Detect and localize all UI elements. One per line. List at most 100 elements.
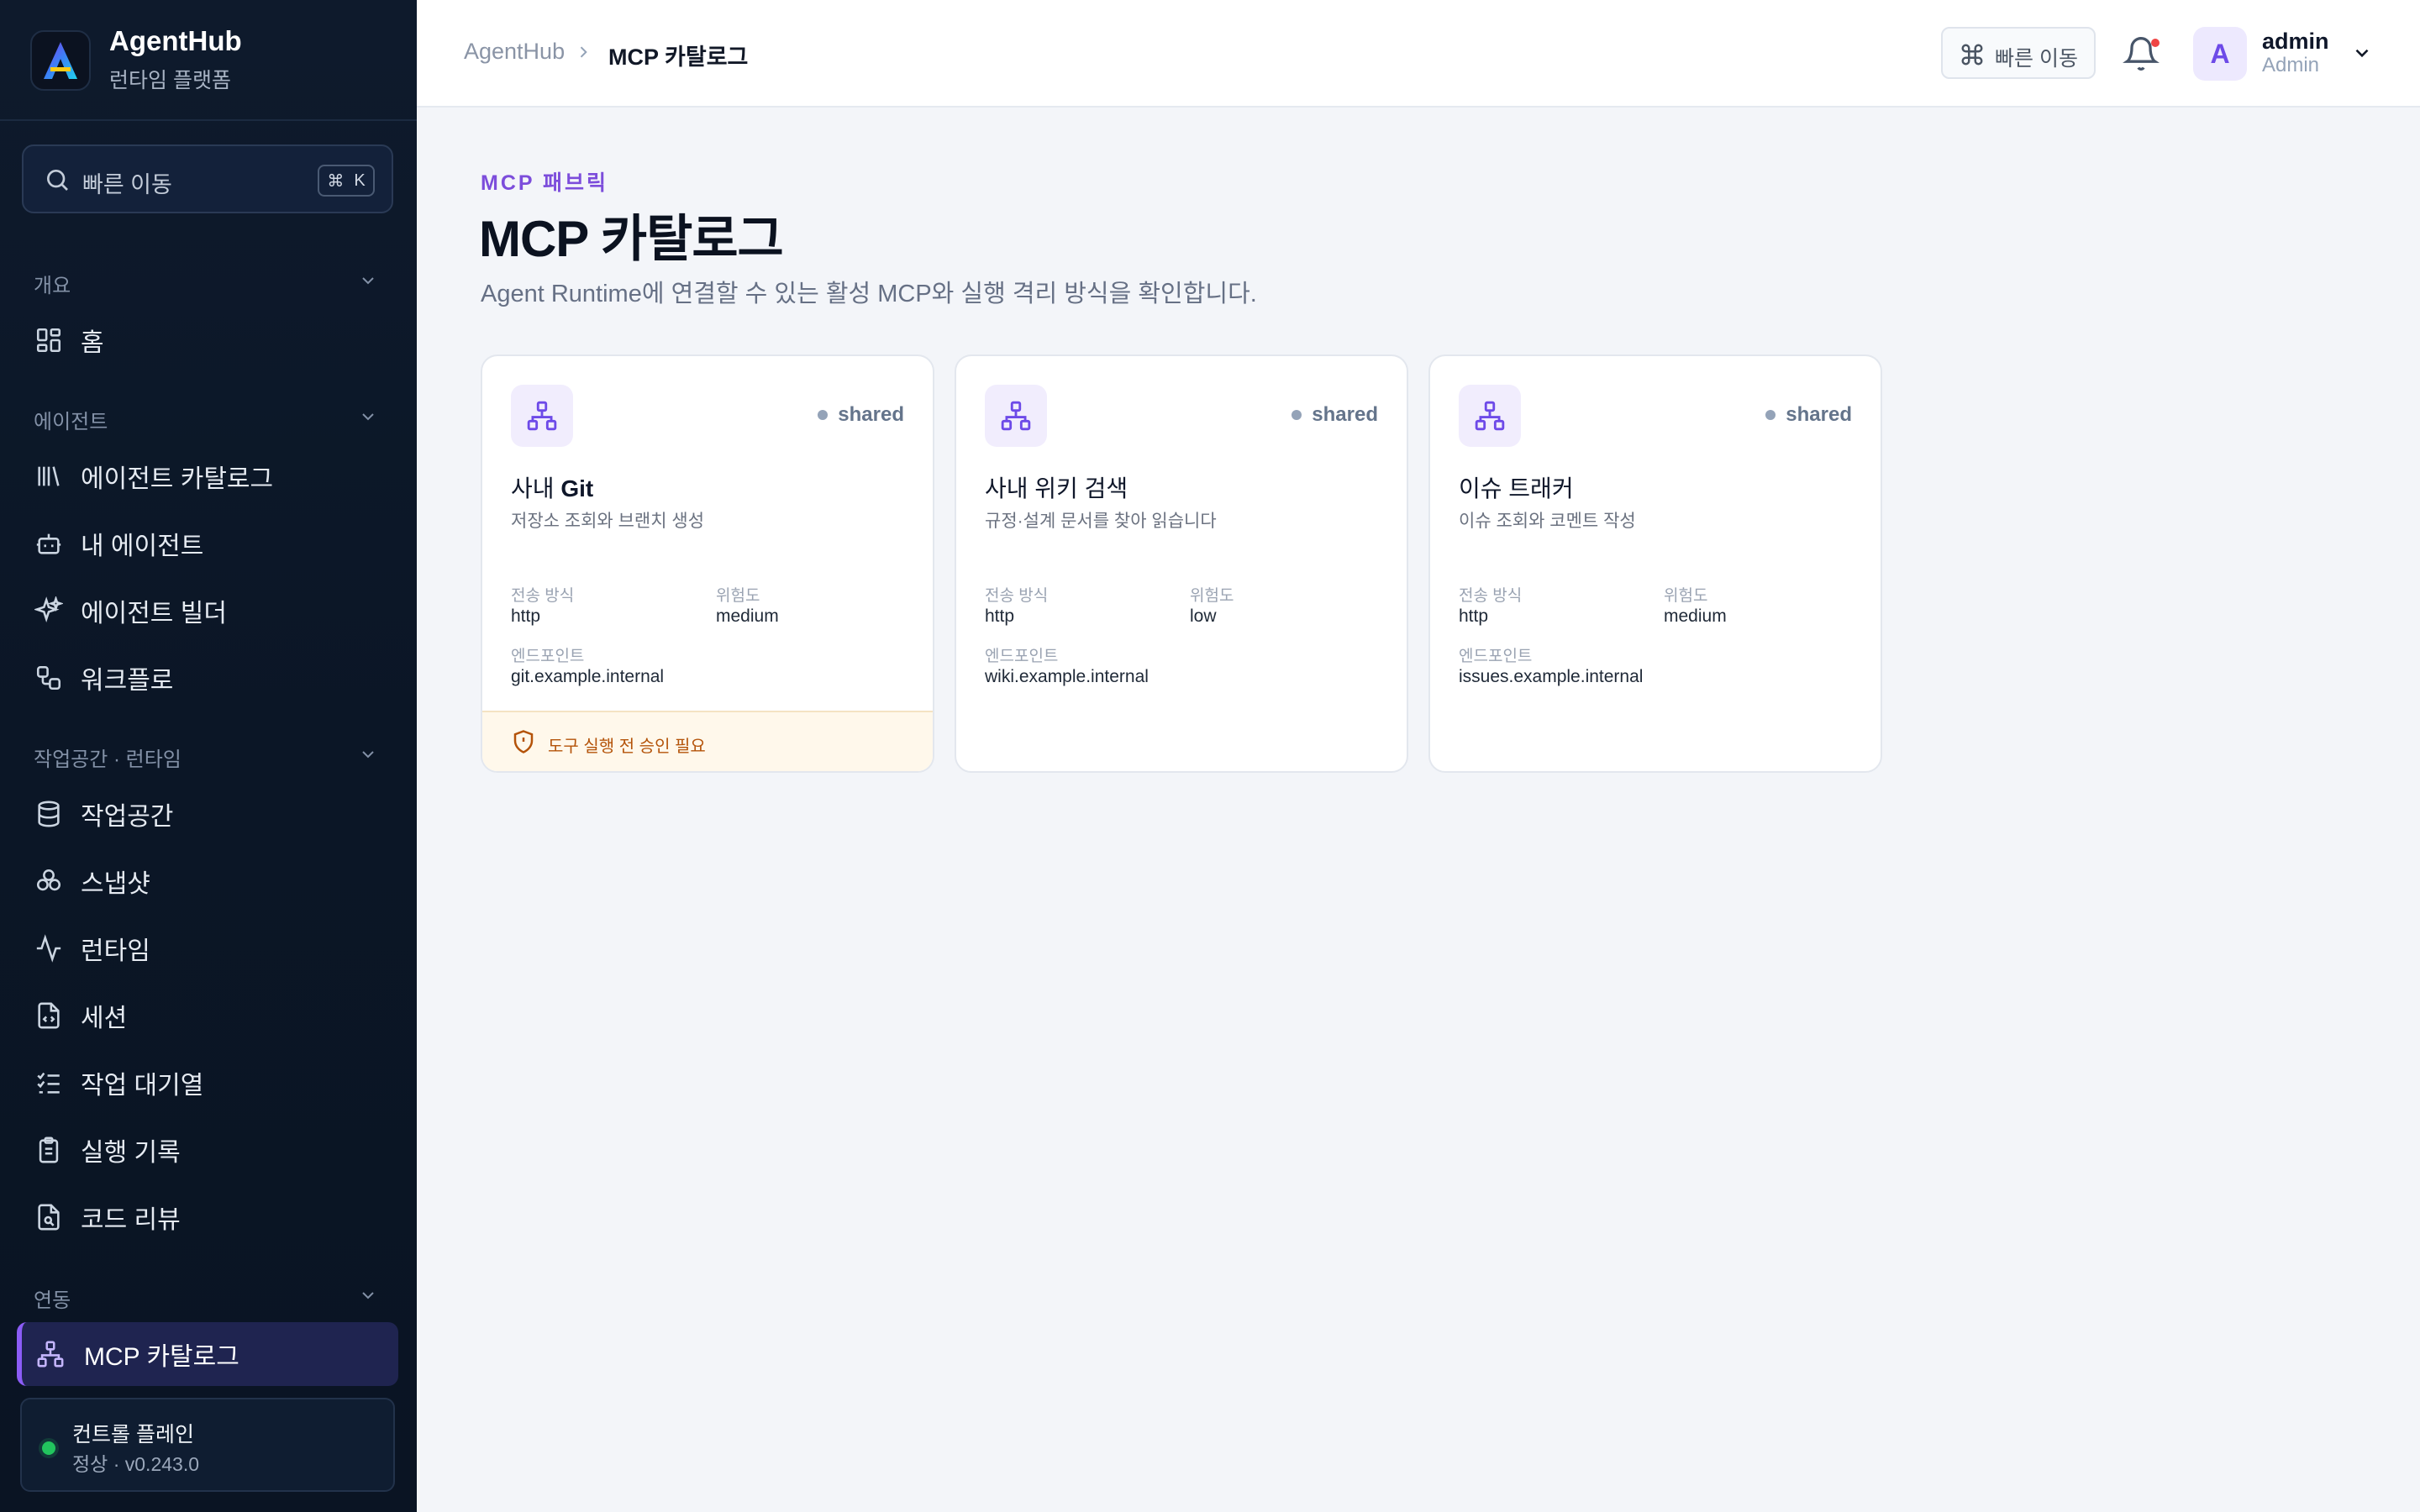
section-integration-label[interactable]: 연동 [34,1284,71,1313]
sidebar-item-label: 세션 [81,1005,128,1032]
section-agents-label[interactable]: 에이전트 [34,405,108,434]
database-icon [34,799,64,829]
sidebar-item-agent-builder[interactable]: 에이전트 빌더 [22,581,393,640]
approval-notice: 도구 실행 전 승인 필요 [482,711,933,771]
sidebar-item-agent-catalog[interactable]: 에이전트 카탈로그 [22,447,393,506]
risk-value: medium [1664,606,1727,626]
user-name[interactable]: admin [2262,29,2329,55]
sidebar-item-label: 스냅샷 [81,870,150,898]
file-search-icon [34,1202,64,1232]
chevron-down-icon[interactable] [358,744,378,764]
sidebar-item-session[interactable]: 세션 [22,986,393,1045]
risk-value: low [1190,606,1217,626]
chevron-right-icon [580,46,587,58]
shortcut-hint: ⌘ K [318,165,375,197]
sidebar-item-run-history[interactable]: 실행 기록 [22,1121,393,1179]
page-eyebrow: MCP 패브릭 [481,171,609,195]
chevron-down-icon[interactable] [2351,42,2373,64]
control-plane-status[interactable]: 컨트롤 플레인 정상 · v0.243.0 [20,1398,395,1492]
sidebar-item-task-queue[interactable]: 작업 대기열 [22,1053,393,1112]
sidebar-item-label: 런타임 [81,937,150,965]
risk-label: 위험도 [1190,587,1234,605]
sidebar-item-snapshot[interactable]: 스냅샷 [22,852,393,911]
card-title-prefix: 사내 위키 검색 [985,475,1128,501]
status-title: 컨트롤 플레인 [72,1423,194,1446]
sidebar-item-label: 에이전트 빌더 [81,600,227,627]
scope-label: shared [838,403,904,426]
section-overview-label[interactable]: 개요 [34,269,71,298]
shield-alert-icon [513,730,534,753]
notification-badge [2151,39,2160,47]
chevron-down-icon[interactable] [358,270,378,291]
sidebar-item-code-review[interactable]: 코드 리뷰 [22,1188,393,1247]
endpoint-value: issues.example.internal [1459,667,1644,686]
scope-badge: shared [1292,403,1378,427]
card-title: 사내 Git [511,470,593,504]
file-code-icon [34,1000,64,1031]
sidebar-item-workspace[interactable]: 작업공간 [22,785,393,843]
status-indicator [42,1441,55,1455]
dashboard-grid-icon [34,325,64,355]
transport-label: 전송 방식 [985,587,1049,605]
card-title: 이슈 트래커 [1459,470,1574,504]
approval-notice-text: 도구 실행 전 승인 필요 [548,738,706,756]
list-checks-icon [34,1068,64,1098]
risk-value: medium [716,606,779,626]
brand-subtitle: 런타임 플랫폼 [109,69,231,92]
quick-search[interactable]: 빠른 이동 ⌘ K [22,144,393,213]
search-label: 빠른 이동 [82,172,172,197]
card-description: 규정·설계 문서를 찾아 읽습니다 [985,512,1217,531]
sidebar-item-mcp-catalog[interactable]: MCP 카탈로그 [17,1322,398,1386]
mcp-card-wiki-search[interactable]: shared 사내 위키 검색 규정·설계 문서를 찾아 읽습니다 전송 방식 … [955,354,1408,773]
page-description: Agent Runtime에 연결할 수 있는 활성 MCP와 실행 격리 방식… [481,281,1257,307]
workflow-icon [34,663,64,693]
sparkles-icon [34,596,64,626]
sidebar-item-my-agents[interactable]: 내 에이전트 [22,514,393,573]
chevron-down-icon[interactable] [358,407,378,427]
robot-icon [34,528,64,559]
shortcut-key: K [354,171,366,190]
quick-jump-button[interactable]: 빠른 이동 [1941,27,2096,79]
network-icon [511,385,573,447]
brand-name: AgentHub [109,25,242,56]
network-icon [35,1339,66,1369]
endpoint-label: 엔드포인트 [511,648,585,665]
activity-icon [34,933,64,963]
network-icon [985,385,1047,447]
section-workspace-label[interactable]: 작업공간 · 런타임 [34,743,182,772]
mcp-card-git[interactable]: shared 사내 Git 저장소 조회와 브랜치 생성 전송 방식 http … [481,354,934,773]
sidebar-item-label: 에이전트 카탈로그 [81,465,274,493]
transport-label: 전송 방식 [1459,587,1523,605]
avatar[interactable]: A [2193,27,2247,81]
endpoint-label: 엔드포인트 [1459,648,1533,665]
shortcut-cmd: ⌘ [327,171,345,191]
card-title-prefix: 사내 [511,475,561,501]
mcp-card-issue-tracker[interactable]: shared 이슈 트래커 이슈 조회와 코멘트 작성 전송 방식 http 위… [1428,354,1882,773]
app-logo[interactable] [30,30,91,91]
sidebar-item-runtime[interactable]: 런타임 [22,919,393,978]
top-bar: AgentHub MCP 카탈로그 빠른 이동 A admin Admin [417,0,2420,108]
breadcrumb-root[interactable]: AgentHub [464,39,565,65]
sidebar-item-label: 코드 리뷰 [81,1206,181,1234]
status-detail: 정상 · v0.243.0 [72,1453,199,1475]
sidebar-item-label: 작업 대기열 [81,1072,204,1100]
scope-dot [1765,410,1776,420]
endpoint-value: wiki.example.internal [985,667,1149,686]
endpoint-value: git.example.internal [511,667,665,686]
sidebar-item-home[interactable]: 홈 [22,311,393,370]
transport-value: http [985,606,1015,626]
transport-value: http [1459,606,1489,626]
network-icon [1459,385,1521,447]
search-icon [47,170,68,191]
user-role: Admin [2262,54,2320,76]
card-title-prefix: 이슈 트래커 [1459,475,1574,501]
transport-label: 전송 방식 [511,587,575,605]
card-description: 이슈 조회와 코멘트 작성 [1459,512,1636,531]
scope-badge: shared [818,403,904,427]
chevron-down-icon[interactable] [358,1285,378,1305]
card-description: 저장소 조회와 브랜치 생성 [511,512,705,531]
clipboard-icon [34,1135,64,1165]
endpoint-label: 엔드포인트 [985,648,1059,665]
sidebar-item-workflow[interactable]: 워크플로 [22,648,393,707]
risk-label: 위험도 [716,587,760,605]
